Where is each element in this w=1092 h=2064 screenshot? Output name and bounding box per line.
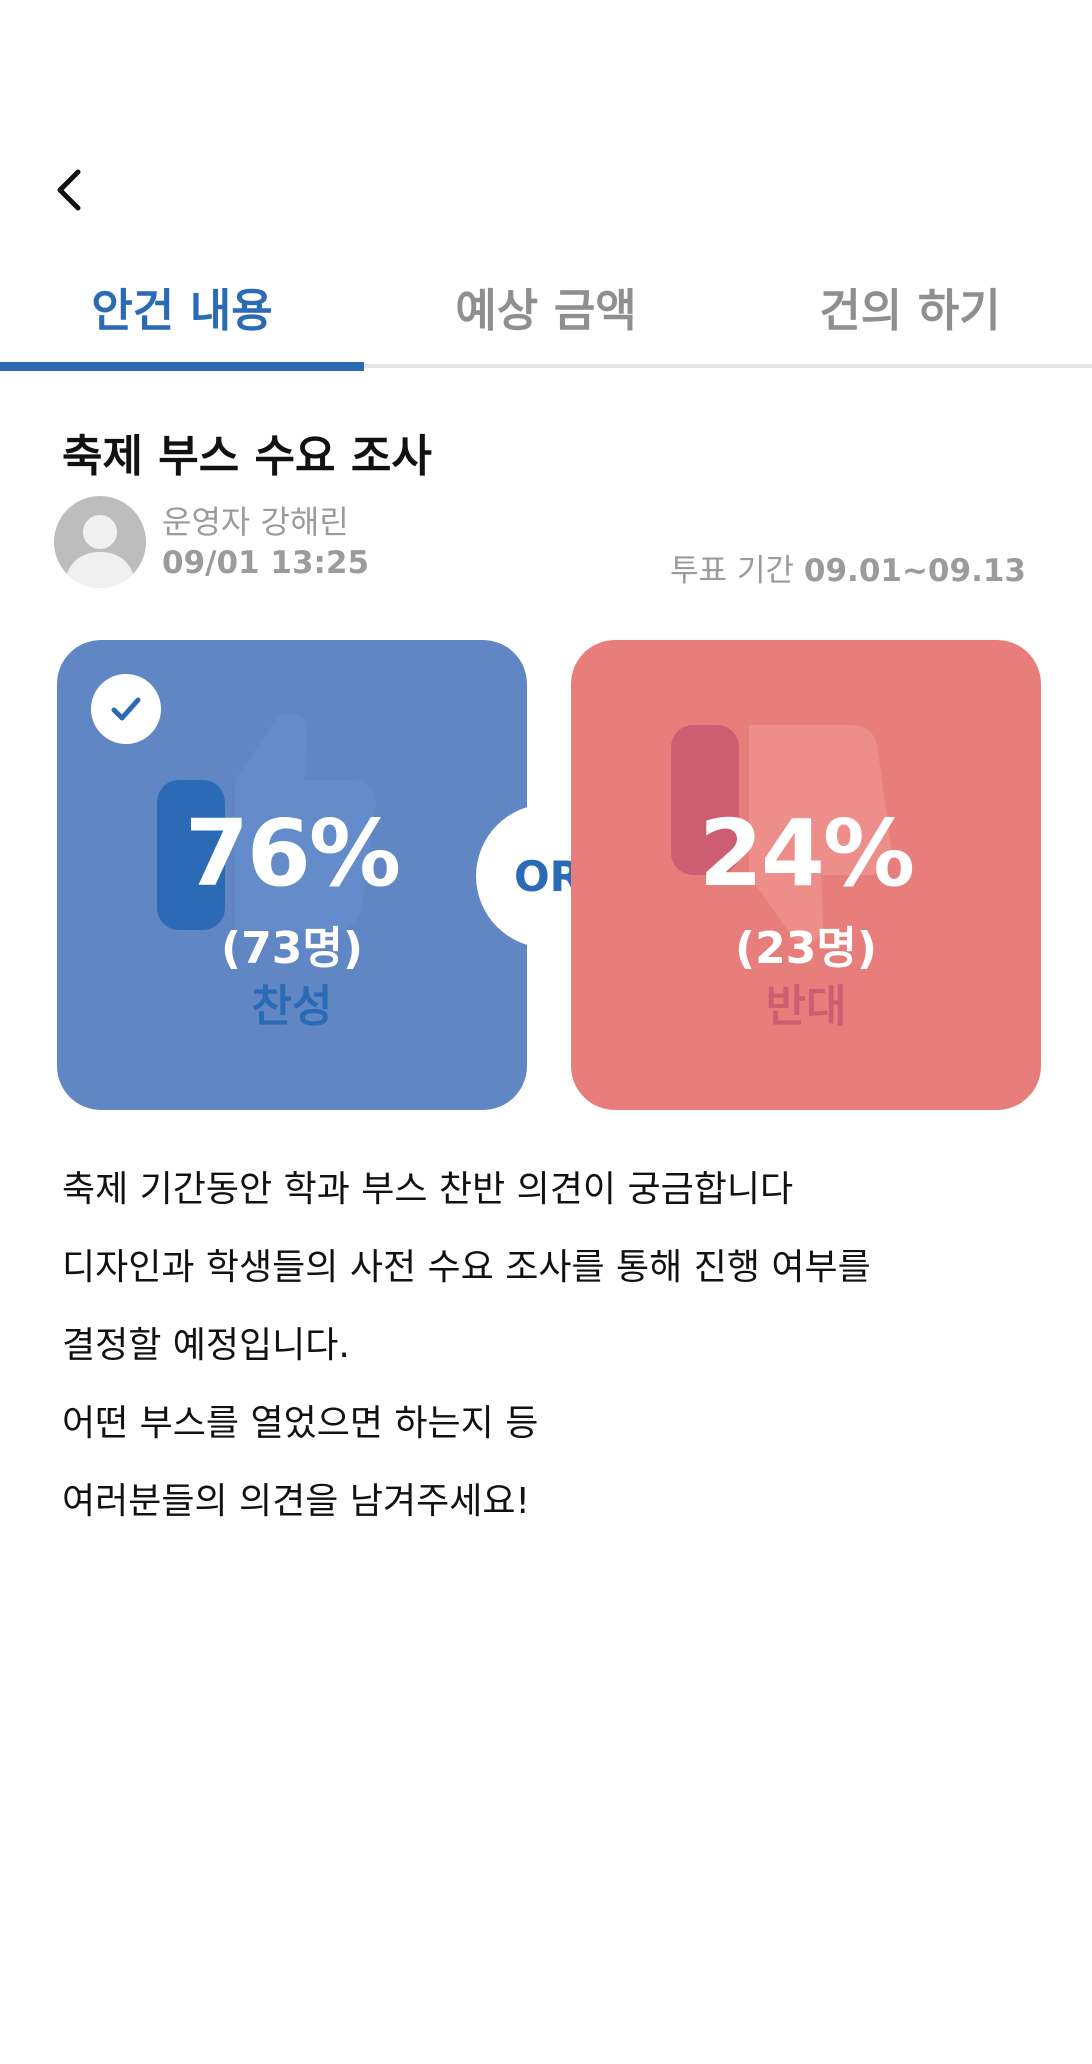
- body-line: 여러분들의 의견을 남겨주세요!: [62, 1481, 530, 1522]
- disagree-label: 반대: [765, 981, 847, 1032]
- disagree-percent: 24%: [698, 800, 915, 907]
- agree-vote-card[interactable]: 76% (73명) 찬성: [57, 640, 527, 1110]
- body-line: 어떤 부스를 열었으면 하는지 등: [62, 1403, 539, 1444]
- body-line: 디자인과 학생들의 사전 수요 조사를 통해 진행 여부를: [62, 1247, 871, 1288]
- tab-suggestion[interactable]: 건의 하기: [728, 250, 1092, 362]
- vote-period: 투표 기간 09.01~09.13: [670, 545, 1026, 590]
- tab-agenda[interactable]: 안건 내용: [0, 250, 364, 362]
- user-icon: [64, 515, 136, 588]
- selected-check-icon: [91, 674, 161, 744]
- agree-label: 찬성: [251, 981, 333, 1032]
- tab-estimated-cost[interactable]: 예상 금액: [364, 250, 728, 362]
- agree-percent: 76%: [184, 800, 401, 907]
- body-line: 결정할 예정입니다.: [62, 1325, 350, 1366]
- vote-period-label: 투표 기간: [670, 553, 795, 589]
- active-tab-indicator: [0, 362, 364, 371]
- tab-bar: 안건 내용 예상 금액 건의 하기: [0, 250, 1092, 372]
- chevron-left-icon: [57, 169, 81, 211]
- disagree-count: (23명): [735, 923, 877, 974]
- vote-period-range: 09.01~09.13: [803, 553, 1026, 589]
- post-title: 축제 부스 수요 조사: [62, 431, 432, 482]
- author-name: 운영자 강해린: [162, 503, 349, 541]
- disagree-vote-card[interactable]: 24% (23명) 반대: [571, 640, 1041, 1110]
- body-line: 축제 기간동안 학과 부스 찬반 의견이 궁금합니다: [62, 1169, 794, 1210]
- back-button[interactable]: [42, 160, 102, 220]
- agree-count: (73명): [221, 923, 363, 974]
- post-datetime: 09/01 13:25: [162, 545, 370, 581]
- avatar: [54, 496, 146, 588]
- post-body: 축제 기간동안 학과 부스 찬반 의견이 궁금합니다 디자인과 학생들의 사전 …: [62, 1160, 1022, 1550]
